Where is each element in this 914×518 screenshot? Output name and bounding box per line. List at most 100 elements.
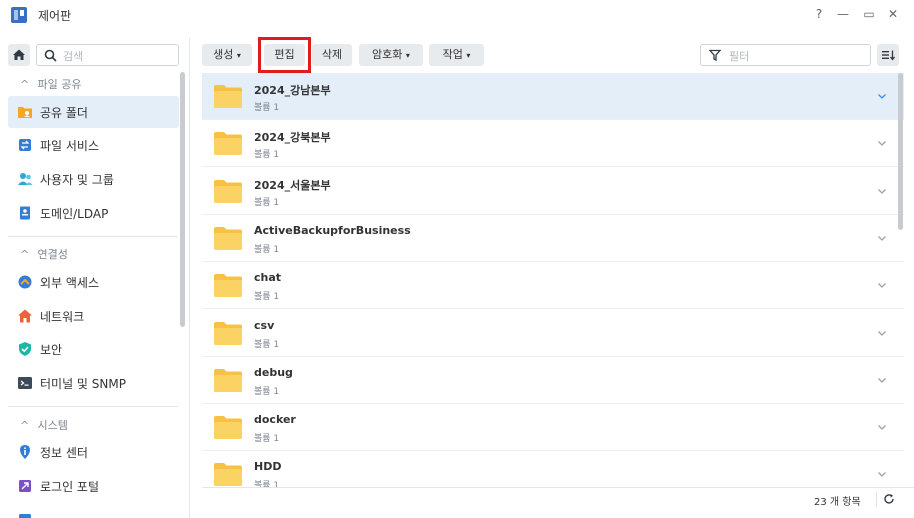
folder-name: 2024_강북본부	[254, 131, 331, 144]
folder-icon	[214, 132, 242, 155]
search-placeholder: 검색	[63, 50, 84, 63]
network-icon	[18, 309, 32, 323]
folder-icon	[214, 322, 242, 345]
security-shield-icon	[19, 342, 31, 356]
item-count: 23 개 항목	[814, 497, 861, 508]
sidebar-item-terminal-snmp[interactable]: 터미널 및 SNMP	[8, 367, 179, 399]
encrypt-label: 암호화	[372, 48, 403, 61]
info-center-icon	[20, 445, 30, 459]
table-row[interactable]: csv 볼륨 1	[202, 310, 904, 357]
sidebar-item-domain-ldap[interactable]: 도메인/LDAP	[8, 197, 179, 229]
sidebar-scrollbar[interactable]	[180, 72, 185, 327]
folder-name: HDD	[254, 460, 282, 473]
sidebar-item-user-group[interactable]: 사용자 및 그룹	[8, 163, 179, 195]
table-row[interactable]: docker 볼륨 1	[202, 404, 904, 451]
chevron-down-icon[interactable]	[875, 278, 889, 292]
folder-icon	[214, 274, 242, 297]
table-row[interactable]: debug 볼륨 1	[202, 357, 904, 404]
footer-divider	[876, 492, 877, 507]
section-label: 시스템	[37, 419, 68, 432]
folder-volume: 볼륨 1	[254, 292, 280, 302]
folder-name: debug	[254, 366, 293, 379]
maximize-button[interactable]: ▭	[862, 7, 876, 21]
chevron-down-icon[interactable]	[875, 373, 889, 387]
home-button[interactable]	[8, 44, 30, 66]
folder-volume: 볼륨 1	[254, 387, 280, 397]
caret-down-icon: ▾	[466, 51, 471, 60]
folder-icon	[214, 463, 242, 486]
user-group-icon	[18, 173, 33, 185]
sidebar-item-login-portal[interactable]: 로그인 포털	[8, 470, 179, 502]
sidebar-item-partial[interactable]	[8, 504, 179, 518]
sidebar-item-shared-folder[interactable]: 공유 폴더	[8, 96, 179, 128]
folder-name: 2024_서울본부	[254, 179, 331, 192]
sidebar-item-info-center[interactable]: 정보 센터	[8, 436, 179, 468]
table-row[interactable]: HDD 볼륨 1	[202, 451, 904, 487]
chevron-down-icon[interactable]	[875, 420, 889, 434]
folder-icon	[214, 227, 242, 250]
list-scrollbar[interactable]	[898, 73, 903, 230]
folder-volume: 볼륨 1	[254, 434, 280, 444]
sidebar-item-file-services[interactable]: 파일 서비스	[8, 129, 179, 161]
sidebar-item-label: 터미널 및 SNMP	[40, 377, 126, 391]
folder-name: 2024_강남본부	[254, 84, 331, 97]
section-file-sharing[interactable]: ^ 파일 공유	[20, 76, 81, 92]
folder-volume: 볼륨 1	[254, 198, 280, 208]
sidebar-item-label: 파일 서비스	[40, 139, 100, 153]
chevron-down-icon[interactable]	[875, 231, 889, 245]
chevron-down-icon[interactable]	[875, 184, 889, 198]
section-connectivity[interactable]: ^ 연결성	[20, 246, 68, 262]
chevron-down-icon[interactable]	[875, 326, 889, 340]
title-bar: 제어판 ? — ▭ ✕	[0, 0, 914, 30]
delete-button[interactable]: 삭제	[312, 44, 352, 66]
section-label: 파일 공유	[37, 78, 82, 91]
filter-input[interactable]: 필터	[700, 44, 871, 66]
edit-button-highlight	[258, 37, 311, 73]
shared-folder-icon	[18, 107, 32, 118]
table-row[interactable]: 2024_강북본부 볼륨 1	[202, 120, 904, 167]
sidebar-item-label: 외부 액세스	[40, 276, 100, 290]
sidebar-item-label: 네트워크	[40, 310, 85, 324]
action-dropdown-button[interactable]: 작업 ▾	[429, 44, 484, 66]
sidebar-item-security[interactable]: 보안	[8, 333, 179, 365]
sidebar-item-label: 도메인/LDAP	[40, 207, 109, 221]
create-dropdown-button[interactable]: 생성 ▾	[202, 44, 252, 66]
search-icon	[44, 49, 57, 62]
caret-down-icon: ▾	[405, 51, 410, 60]
sidebar-item-network[interactable]: 네트워크	[8, 300, 179, 332]
section-system[interactable]: ^ 시스템	[20, 417, 68, 433]
close-button[interactable]: ✕	[886, 7, 900, 21]
table-row[interactable]: 2024_서울본부볼륨 1	[202, 168, 904, 215]
folder-volume: 볼륨 1	[254, 481, 280, 487]
chevron-down-icon[interactable]	[875, 467, 889, 481]
sidebar-item-label: 보안	[40, 343, 63, 357]
table-row[interactable]: 2024_강남본부볼륨 1	[202, 73, 904, 120]
chevron-down-icon[interactable]	[875, 89, 889, 103]
sidebar-search-input[interactable]: 검색	[36, 44, 179, 66]
folder-icon	[214, 85, 242, 108]
sidebar-item-external-access[interactable]: 외부 액세스	[8, 266, 179, 298]
section-divider	[8, 406, 178, 407]
chevron-down-icon[interactable]	[875, 136, 889, 150]
chevron-up-icon: ^	[20, 419, 30, 432]
filter-placeholder: 필터	[729, 50, 750, 63]
encrypt-dropdown-button[interactable]: 암호화 ▾	[359, 44, 423, 66]
folder-icon	[214, 369, 242, 392]
domain-ldap-icon	[20, 206, 30, 220]
refresh-icon[interactable]	[883, 493, 895, 505]
chevron-up-icon: ^	[20, 78, 30, 91]
folder-volume: 볼륨 1	[254, 103, 280, 113]
table-row[interactable]: ActiveBackupforBusiness 볼륨 1	[202, 215, 904, 262]
sidebar-item-label: 정보 센터	[40, 446, 88, 460]
minimize-button[interactable]: —	[836, 7, 850, 21]
help-button[interactable]: ?	[812, 7, 826, 21]
section-divider	[8, 236, 178, 237]
sidebar: 검색 ^ 파일 공유 공유 폴더 파일 서비스 사용자 및 그룹 도메인/LDA…	[0, 38, 190, 518]
sort-icon	[882, 50, 896, 61]
sort-button[interactable]	[877, 44, 899, 66]
folder-name: csv	[254, 319, 275, 332]
window-title: 제어판	[38, 9, 72, 23]
chevron-up-icon: ^	[20, 248, 30, 261]
section-label: 연결성	[37, 248, 68, 261]
table-row[interactable]: chat 볼륨 1	[202, 262, 904, 309]
